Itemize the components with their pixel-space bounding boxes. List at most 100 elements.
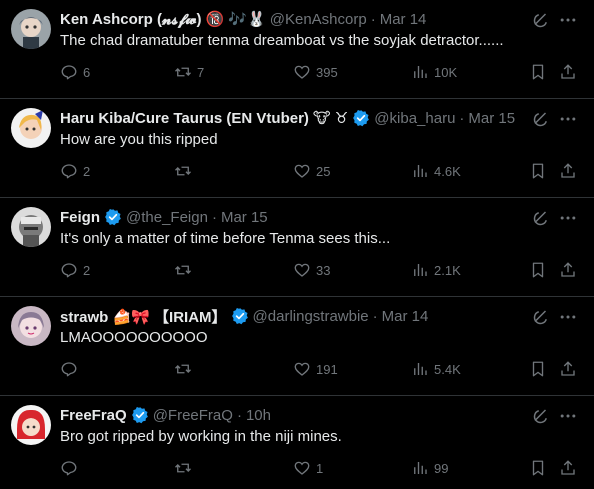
reply-button[interactable] bbox=[60, 458, 83, 478]
retweet-button[interactable] bbox=[174, 161, 197, 181]
tweet-text: The chad dramatuber tenma dreamboat vs t… bbox=[60, 32, 504, 49]
verified-badge-icon bbox=[131, 406, 149, 424]
timestamp[interactable]: Mar 15 bbox=[468, 110, 515, 127]
views-button[interactable]: 5.4K bbox=[411, 359, 461, 379]
timestamp[interactable]: Mar 15 bbox=[221, 209, 268, 226]
bookmark-button[interactable] bbox=[529, 260, 547, 280]
like-count: 1 bbox=[316, 460, 324, 476]
like-icon bbox=[294, 263, 310, 277]
tweet-text: It's only a matter of time before Tenma … bbox=[60, 230, 391, 247]
like-button[interactable]: 395 bbox=[293, 62, 338, 82]
author-handle[interactable]: @KenAshcorp bbox=[270, 11, 367, 28]
more-icon[interactable] bbox=[558, 109, 578, 129]
avatar[interactable] bbox=[11, 405, 51, 445]
author-handle[interactable]: @kiba_haru bbox=[374, 110, 455, 127]
bookmark-icon bbox=[532, 163, 544, 179]
like-count: 25 bbox=[316, 163, 331, 179]
retweet-icon bbox=[175, 364, 191, 374]
grok-icon[interactable] bbox=[532, 209, 550, 227]
verified-badge-icon bbox=[104, 208, 122, 226]
retweet-button[interactable] bbox=[174, 458, 197, 478]
like-button[interactable]: 191 bbox=[293, 359, 338, 379]
share-icon bbox=[561, 163, 575, 178]
avatar[interactable] bbox=[11, 108, 51, 148]
retweet-button[interactable] bbox=[174, 260, 197, 280]
bookmark-icon bbox=[532, 361, 544, 377]
bookmark-icon bbox=[532, 460, 544, 476]
tweet-text: Bro got ripped by working in the niji mi… bbox=[60, 428, 342, 445]
author-name[interactable]: FreeFraQ bbox=[60, 407, 127, 424]
share-button[interactable] bbox=[559, 359, 577, 379]
more-icon[interactable] bbox=[558, 10, 578, 30]
views-button[interactable]: 99 bbox=[411, 458, 448, 478]
reply-icon bbox=[61, 263, 77, 278]
share-button[interactable] bbox=[559, 161, 577, 181]
like-count: 33 bbox=[316, 262, 331, 278]
separator-dot: · bbox=[459, 109, 465, 127]
timestamp[interactable]: 10h bbox=[246, 407, 271, 424]
reply-icon bbox=[61, 164, 77, 179]
reply-button[interactable] bbox=[60, 359, 83, 379]
grok-icon[interactable] bbox=[532, 407, 550, 425]
retweet-button[interactable]: 7 bbox=[174, 62, 204, 82]
avatar[interactable] bbox=[11, 9, 51, 49]
retweet-button[interactable] bbox=[174, 359, 197, 379]
like-icon bbox=[294, 65, 310, 79]
author-name[interactable]: Haru Kiba/Cure Taurus (EN Vtuber) bbox=[60, 110, 309, 127]
more-icon[interactable] bbox=[558, 406, 578, 426]
views-icon bbox=[414, 363, 427, 375]
author-name[interactable]: Feign bbox=[60, 209, 100, 226]
like-icon bbox=[294, 362, 310, 376]
retweet-icon bbox=[175, 463, 191, 473]
share-icon bbox=[561, 64, 575, 79]
like-icon bbox=[294, 461, 310, 475]
timestamp[interactable]: Mar 14 bbox=[382, 308, 429, 325]
grok-icon[interactable] bbox=[532, 308, 550, 326]
reply-button[interactable]: 2 bbox=[60, 161, 90, 181]
tweet-actions: 2 33 2.1K bbox=[60, 260, 580, 280]
avatar[interactable] bbox=[11, 207, 51, 247]
separator-dot: · bbox=[372, 307, 378, 325]
author-name[interactable]: strawb 🍰🎀 【IRIAM】 bbox=[60, 306, 227, 326]
grok-icon[interactable] bbox=[532, 11, 550, 29]
views-icon bbox=[414, 165, 427, 177]
like-button[interactable]: 1 bbox=[293, 458, 323, 478]
bookmark-button[interactable] bbox=[529, 161, 547, 181]
tweet-item[interactable]: strawb 🍰🎀 【IRIAM】 @darlingstrawbie · Mar… bbox=[0, 297, 594, 396]
author-handle[interactable]: @FreeFraQ bbox=[153, 407, 233, 424]
share-button[interactable] bbox=[559, 458, 577, 478]
more-icon[interactable] bbox=[558, 307, 578, 327]
author-handle[interactable]: @the_Feign bbox=[126, 209, 208, 226]
share-button[interactable] bbox=[559, 260, 577, 280]
bookmark-button[interactable] bbox=[529, 359, 547, 379]
retweet-icon bbox=[175, 67, 191, 77]
author-name[interactable]: Ken Ashcorp (𝓷𝓼𝓯𝔀) bbox=[60, 11, 202, 28]
tweet-item[interactable]: Feign @the_Feign · Mar 15 It's only a ma… bbox=[0, 198, 594, 297]
like-button[interactable]: 33 bbox=[293, 260, 330, 280]
views-icon bbox=[414, 462, 427, 474]
like-button[interactable]: 25 bbox=[293, 161, 330, 181]
views-button[interactable]: 10K bbox=[411, 62, 457, 82]
tweet-item[interactable]: Haru Kiba/Cure Taurus (EN Vtuber) 🐮 ♉ @k… bbox=[0, 99, 594, 198]
bookmark-icon bbox=[532, 64, 544, 80]
reply-button[interactable]: 2 bbox=[60, 260, 90, 280]
bookmark-icon bbox=[532, 262, 544, 278]
share-icon bbox=[561, 361, 575, 376]
views-button[interactable]: 4.6K bbox=[411, 161, 461, 181]
views-button[interactable]: 2.1K bbox=[411, 260, 461, 280]
share-button[interactable] bbox=[559, 62, 577, 82]
timestamp[interactable]: Mar 14 bbox=[380, 11, 427, 28]
bookmark-button[interactable] bbox=[529, 458, 547, 478]
grok-icon[interactable] bbox=[532, 110, 550, 128]
tweet-item[interactable]: FreeFraQ @FreeFraQ · 10h Bro got ripped … bbox=[0, 396, 594, 489]
share-icon bbox=[561, 460, 575, 475]
more-icon[interactable] bbox=[558, 208, 578, 228]
avatar[interactable] bbox=[11, 306, 51, 346]
reply-button[interactable]: 6 bbox=[60, 62, 90, 82]
name-emojis: 🐮 ♉ bbox=[312, 110, 349, 127]
reply-icon bbox=[61, 65, 77, 80]
author-handle[interactable]: @darlingstrawbie bbox=[253, 308, 369, 325]
tweet-item[interactable]: Ken Ashcorp (𝓷𝓼𝓯𝔀) 🔞 🎶🐰 @KenAshcorp · Ma… bbox=[0, 0, 594, 99]
like-count: 395 bbox=[316, 64, 338, 80]
bookmark-button[interactable] bbox=[529, 62, 547, 82]
